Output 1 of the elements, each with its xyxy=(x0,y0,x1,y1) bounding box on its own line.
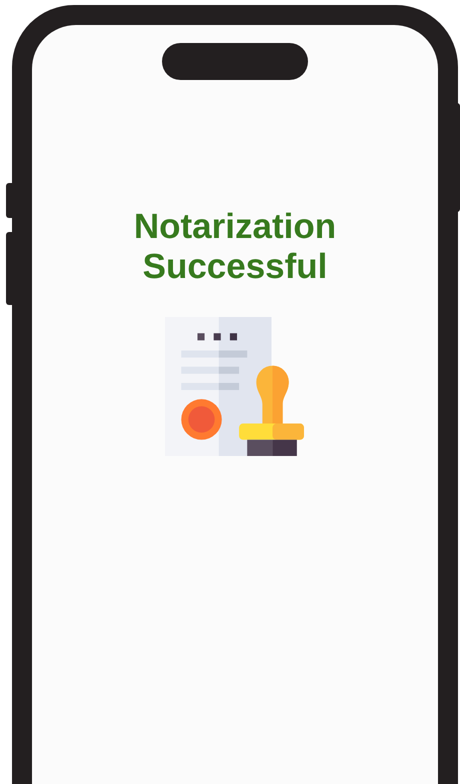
success-title: Notarization Successful xyxy=(132,207,338,287)
